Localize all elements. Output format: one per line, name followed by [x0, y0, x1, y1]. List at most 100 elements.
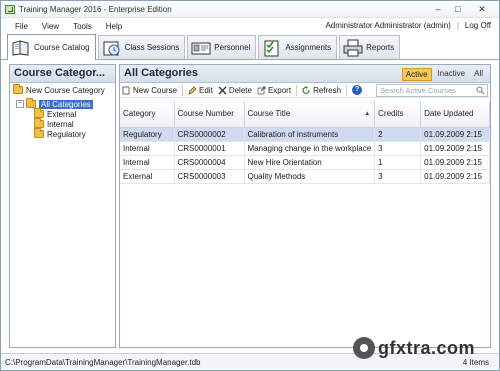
table-row[interactable]: External CRS0000003 Quality Methods 3 01…	[120, 169, 490, 184]
watermark-logo-icon	[353, 337, 375, 359]
cell-date-updated: 01.09.2009 2:15	[420, 127, 490, 142]
cell-credits: 3	[374, 169, 422, 184]
cell-date-updated: 01.09.2009 2:15	[420, 169, 490, 184]
cell-category: Internal	[120, 141, 175, 156]
table-row[interactable]: Regulatory CRS0000002 Calibration of ins…	[120, 127, 490, 142]
course-list-header: All Categories Active Inactive All	[120, 65, 490, 83]
book-icon	[12, 39, 29, 56]
title-bar: Training Manager 2016 - Enterprise Editi…	[1, 1, 499, 18]
status-filter: Active Inactive All	[401, 68, 486, 81]
tab-label: Course Catalog	[34, 43, 90, 52]
refresh-button[interactable]: Refresh	[302, 85, 342, 95]
export-button[interactable]: Export	[257, 86, 291, 95]
column-header-course-title[interactable]: Course Title ▲	[244, 101, 376, 128]
clock-icon	[103, 41, 120, 55]
collapse-toggle[interactable]: −	[16, 100, 24, 108]
cell-category: External	[120, 169, 175, 184]
tab-assignments[interactable]: Assignments	[258, 35, 338, 59]
cell-credits: 3	[374, 141, 422, 156]
column-header-category[interactable]: Category	[120, 101, 175, 128]
course-toolbar: New Course Edit Delete Export Refresh ? …	[120, 83, 490, 98]
search-box	[376, 84, 488, 97]
module-tabs: Course Catalog Class Sessions Personnel	[1, 34, 499, 60]
table-header-row: Category Course Number Course Title ▲ Cre…	[120, 101, 490, 128]
toolbar-divider	[182, 84, 184, 96]
cell-course-title: New Hire Orientation	[244, 155, 376, 170]
close-button[interactable]: ✕	[469, 3, 495, 15]
tree-label: Internal	[47, 119, 74, 129]
tab-class-sessions[interactable]: Class Sessions	[97, 35, 186, 59]
folder-open-icon	[26, 98, 36, 108]
edit-label: Edit	[199, 85, 213, 95]
column-header-credits[interactable]: Credits	[374, 101, 422, 128]
menu-help[interactable]: Help	[106, 22, 122, 31]
new-document-icon	[122, 85, 130, 94]
refresh-label: Refresh	[313, 85, 342, 95]
refresh-icon	[302, 85, 310, 94]
menu-tools[interactable]: Tools	[73, 22, 92, 31]
window-title: Training Manager 2016 - Enterprise Editi…	[19, 4, 172, 14]
filter-all[interactable]: All	[471, 68, 486, 81]
tree-label: External	[47, 109, 77, 119]
cell-credits: 2	[374, 127, 422, 142]
cell-date-updated: 01.09.2009 2:15	[420, 141, 490, 156]
cell-course-title: Calibration of instruments	[244, 127, 376, 142]
minimize-button[interactable]: –	[429, 3, 447, 15]
folder-add-icon	[13, 84, 23, 94]
cell-course-number: CRS0000003	[174, 169, 245, 184]
tab-label: Personnel	[214, 43, 251, 52]
tab-label: Reports	[366, 43, 395, 52]
toolbar-divider	[346, 84, 348, 96]
tree-label: Regulatory	[47, 129, 86, 139]
export-label: Export	[267, 85, 292, 95]
search-icon[interactable]	[476, 86, 485, 95]
help-button[interactable]: ?	[352, 85, 363, 95]
menu-file[interactable]: File	[15, 22, 28, 31]
menu-separator: |	[456, 21, 459, 30]
column-header-date-updated[interactable]: Date Updated	[420, 101, 490, 128]
cell-category: Regulatory	[120, 127, 175, 142]
cell-date-updated: 01.09.2009 2:15	[420, 155, 490, 170]
column-header-label: Course Title	[247, 109, 291, 119]
cell-course-number: CRS0000002	[174, 127, 245, 142]
logoff-link[interactable]: Log Off	[465, 21, 491, 30]
window-controls: – □ ✕	[429, 3, 495, 15]
menu-view[interactable]: View	[42, 22, 59, 31]
folder-icon	[34, 128, 44, 138]
cell-course-title: Quality Methods	[244, 169, 376, 184]
search-input[interactable]	[380, 86, 472, 95]
new-course-label: New Course	[133, 85, 178, 95]
course-list-pane: All Categories Active Inactive All New C…	[119, 64, 491, 348]
delete-label: Delete	[228, 85, 252, 95]
maximize-button[interactable]: □	[449, 3, 467, 15]
tab-course-catalog[interactable]: Course Catalog	[7, 34, 96, 60]
tab-label: Assignments	[285, 43, 332, 52]
filter-inactive[interactable]: Inactive	[435, 68, 469, 81]
cell-course-number: CRS0000004	[174, 155, 245, 170]
tree-node-internal[interactable]: Internal	[16, 118, 115, 129]
course-list-title: All Categories	[124, 67, 198, 79]
user-area: Administrator Administrator (admin) | Lo…	[325, 21, 491, 30]
filter-active[interactable]: Active	[401, 68, 432, 81]
edit-button[interactable]: Edit	[188, 86, 213, 95]
cell-credits: 1	[374, 155, 422, 170]
tree-node-all-categories[interactable]: − All Categories	[16, 98, 115, 109]
tab-personnel[interactable]: Personnel	[187, 35, 257, 59]
folder-icon	[34, 118, 44, 128]
tree-node-external[interactable]: External	[16, 108, 115, 119]
new-category-button[interactable]: New Course Category	[10, 83, 115, 97]
app-icon	[5, 4, 15, 14]
column-header-course-number[interactable]: Course Number	[174, 101, 245, 128]
watermark: gfxtra.com	[353, 337, 475, 359]
cell-course-title: Managing change in the workplace	[244, 141, 376, 156]
table-row[interactable]: Internal CRS0000004 New Hire Orientation…	[120, 155, 490, 170]
table-row[interactable]: Internal CRS0000001 Managing change in t…	[120, 141, 490, 156]
category-pane: Course Categor... New Course Category − …	[9, 64, 116, 348]
printer-icon	[343, 39, 363, 56]
tree-node-regulatory[interactable]: Regulatory	[16, 128, 115, 139]
tab-reports[interactable]: Reports	[339, 35, 401, 59]
delete-button[interactable]: Delete	[218, 86, 252, 95]
new-course-button[interactable]: New Course	[122, 85, 178, 95]
watermark-text: gfxtra.com	[378, 337, 476, 358]
folder-icon	[34, 108, 44, 118]
